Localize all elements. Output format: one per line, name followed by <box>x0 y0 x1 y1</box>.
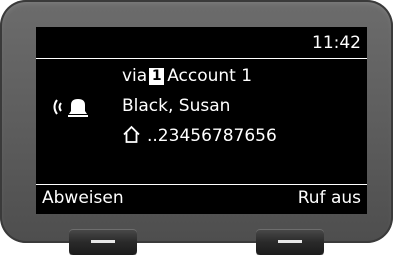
caller-number-line: ..23456787656 <box>122 125 277 147</box>
status-time: 11:42 <box>312 33 361 53</box>
ringing-bell-icon <box>53 99 88 117</box>
caller-number: ..23456787656 <box>147 126 277 146</box>
via-label: via <box>122 66 148 86</box>
account-number-badge: 1 <box>149 68 165 85</box>
caller-name: Black, Susan <box>122 96 231 116</box>
home-phone-icon <box>123 125 140 143</box>
via-account-line: via 1 Account 1 <box>122 65 252 87</box>
softkey-divider <box>36 184 367 185</box>
status-divider <box>36 58 367 59</box>
ringer-off-softkey-label[interactable]: Ruf aus <box>298 187 361 209</box>
account-name: Account 1 <box>167 66 253 86</box>
display-screen: 11:42 via 1 Account 1 Black, Susan ..23456… <box>36 27 367 214</box>
right-display-key[interactable] <box>256 229 324 255</box>
reject-softkey-label[interactable]: Abweisen <box>42 187 124 209</box>
left-display-key[interactable] <box>69 229 137 255</box>
phone-device: 11:42 via 1 Account 1 Black, Susan ..23456… <box>0 0 393 255</box>
